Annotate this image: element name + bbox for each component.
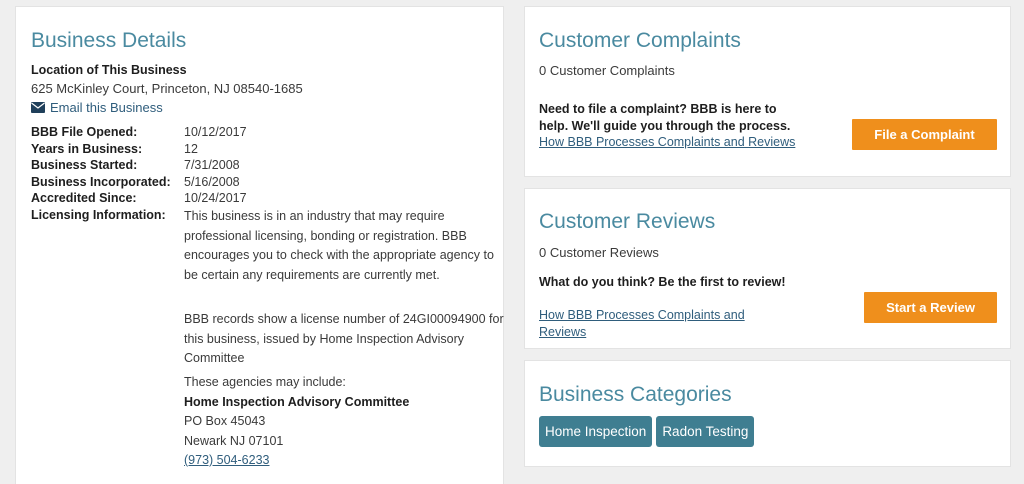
detail-row: Business Started: 7/31/2008 [31, 157, 491, 174]
category-tag-home-inspection[interactable]: Home Inspection [539, 416, 653, 447]
category-tag-radon-testing[interactable]: Radon Testing [656, 416, 755, 447]
detail-label: Accredited Since: [31, 191, 137, 205]
agency-block: These agencies may include: Home Inspect… [184, 373, 504, 471]
detail-value: 7/31/2008 [184, 158, 240, 172]
complaints-count: 0 Customer Complaints [539, 63, 675, 78]
email-business-label[interactable]: Email this Business [50, 100, 163, 115]
email-business-link[interactable]: Email this Business [31, 100, 163, 115]
detail-row: Business Incorporated: 5/16/2008 [31, 174, 491, 191]
customer-complaints-card: Customer Complaints 0 Customer Complaint… [524, 6, 1011, 177]
agency-name: Home Inspection Advisory Committee [184, 394, 410, 409]
agency-po-box: PO Box 45043 [184, 414, 266, 428]
business-categories-card: Business Categories Home Inspection Rado… [524, 360, 1011, 467]
detail-row: BBB File Opened: 10/12/2017 [31, 124, 491, 141]
complaint-prompt-text: Need to file a complaint? BBB is here to… [539, 102, 791, 133]
file-complaint-button[interactable]: File a Complaint [852, 119, 997, 150]
business-details-title: Business Details [31, 29, 187, 52]
licensing-info-text: This business is in an industry that may… [184, 209, 494, 282]
detail-value: 10/24/2017 [184, 191, 247, 205]
detail-label: BBB File Opened: [31, 125, 138, 139]
agencies-intro: These agencies may include: [184, 375, 346, 389]
category-tags: Home Inspection Radon Testing [539, 416, 758, 447]
business-address: 625 McKinley Court, Princeton, NJ 08540-… [31, 81, 303, 96]
complaint-prompt: Need to file a complaint? BBB is here to… [539, 101, 801, 151]
customer-reviews-card: Customer Reviews 0 Customer Reviews What… [524, 188, 1011, 349]
complaints-title: Customer Complaints [539, 29, 741, 52]
detail-label: Business Started: [31, 158, 138, 172]
agency-city: Newark NJ 07101 [184, 433, 284, 448]
start-review-button[interactable]: Start a Review [864, 292, 997, 323]
location-label: Location of This Business [31, 63, 187, 77]
reviews-process-link[interactable]: How BBB Processes Complaints and Reviews [539, 307, 789, 340]
detail-row: Accredited Since: 10/24/2017 [31, 190, 491, 207]
complaints-process-link[interactable]: How BBB Processes Complaints and Reviews [539, 135, 795, 149]
reviews-title: Customer Reviews [539, 210, 716, 233]
detail-label: Licensing Information: [31, 207, 166, 222]
envelope-icon [31, 102, 45, 113]
detail-label: Years in Business: [31, 141, 143, 156]
review-prompt: What do you think? Be the first to revie… [539, 274, 789, 291]
detail-value: 10/12/2017 [184, 125, 247, 139]
categories-title: Business Categories [539, 383, 732, 406]
detail-value: 5/16/2008 [184, 174, 240, 189]
detail-value: 12 [184, 141, 198, 156]
business-details-card: Business Details Location of This Busine… [15, 6, 504, 484]
review-prompt-text: What do you think? Be the first to revie… [539, 275, 786, 289]
detail-label: Business Incorporated: [31, 174, 171, 189]
reviews-count: 0 Customer Reviews [539, 245, 659, 260]
license-record-text: BBB records show a license number of 24G… [184, 312, 504, 365]
agency-phone-link[interactable]: (973) 504-6233 [184, 453, 269, 467]
detail-row: Years in Business: 12 [31, 141, 491, 158]
